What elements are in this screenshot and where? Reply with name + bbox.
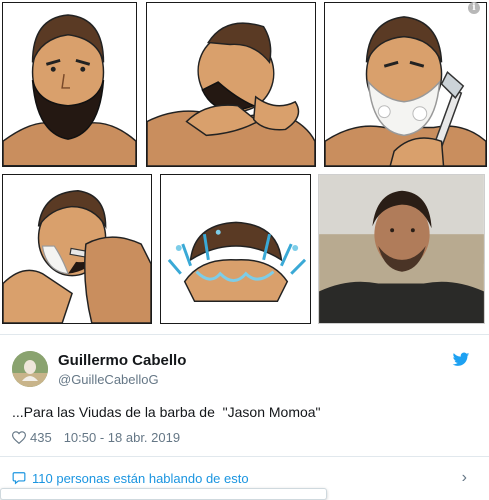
tweet-timestamp[interactable]: 10:50 - 18 abr. 2019: [64, 430, 180, 445]
divider: [0, 456, 489, 457]
panel-shaving: [2, 174, 152, 324]
conversation-link[interactable]: 110 personas están hablando de esto ›: [12, 469, 477, 487]
panel-applying-foam: [146, 2, 316, 167]
divider: [0, 334, 489, 335]
panel-jason-momoa-photo: [318, 174, 485, 324]
speech-bubble-icon: [12, 472, 26, 485]
comic-image[interactable]: i: [0, 0, 489, 330]
heart-icon[interactable]: [12, 431, 26, 444]
info-icon[interactable]: i: [468, 2, 480, 14]
tweet-text: ...Para las Viudas de la barba de "Jason…: [12, 404, 321, 420]
panel-foam-and-razor: [324, 2, 487, 167]
like-count[interactable]: 435: [30, 430, 52, 445]
twitter-bird-icon[interactable]: [452, 352, 470, 368]
author-handle[interactable]: @GuilleCabelloG: [58, 372, 159, 387]
conversation-label: 110 personas están hablando de esto: [32, 470, 249, 486]
avatar[interactable]: [12, 351, 48, 387]
chevron-right-icon: ›: [461, 469, 467, 486]
partial-tooltip: [0, 488, 327, 500]
author-name[interactable]: Guillermo Cabello: [58, 352, 186, 369]
tweet-meta: 435 10:50 - 18 abr. 2019: [12, 430, 180, 445]
panel-bearded-man: [2, 2, 137, 167]
panel-rinsing-face: [160, 174, 311, 324]
